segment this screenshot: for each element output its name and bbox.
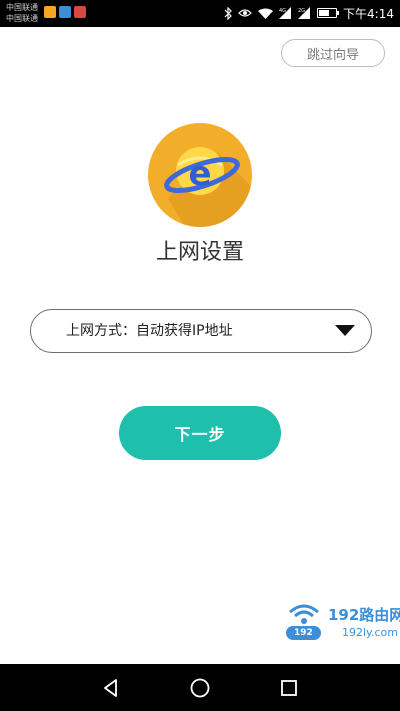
connection-type-select[interactable]: 上网方式：自动获得IP地址 [30,309,372,353]
dropdown-arrow-icon [335,325,355,336]
telegram-icon [59,6,71,18]
back-icon[interactable] [100,677,122,699]
clock: 下午4:14 [343,6,394,21]
signal-icon: 2G [298,7,311,19]
carrier-label-1: 中国联通 [6,3,38,12]
skip-guide-button[interactable]: 跳过向导 [281,39,385,67]
signal-icon: 4G [279,7,292,19]
watermark-badge: 192 [286,626,321,640]
next-step-button[interactable]: 下一步 [119,406,281,460]
eye-icon [238,8,252,18]
navigation-bar [0,664,400,711]
battery-icon [317,8,340,18]
connection-type-label: 上网方式：自动获得IP地址 [66,323,233,339]
watermark-title: 192路由网 [328,606,400,624]
recent-apps-icon[interactable] [278,677,300,699]
carrier-info: 中国联通 中国联通 [6,2,38,24]
watermark-domain: 192ly.com [342,626,398,639]
status-bar: 中国联通 中国联通 4G 2G 下午4:14 [0,0,400,27]
watermark: 192路由网 192 192ly.com [284,602,400,644]
wifi-icon [258,8,274,19]
ie-planet-logo: e [148,123,252,227]
net-label-2: 2G [298,8,305,14]
weibo-icon [44,6,56,18]
system-status: 4G 2G 下午4:14 [224,5,394,21]
bluetooth-icon [224,6,232,20]
home-icon[interactable] [189,677,211,699]
net-label-1: 4G [279,8,286,14]
battery-level [319,10,330,16]
carrier-label-2: 中国联通 [6,14,38,23]
logo-letter: e [188,154,211,194]
notification-icons [44,6,86,18]
app-icon [74,6,86,18]
page-title: 上网设置 [155,240,244,265]
